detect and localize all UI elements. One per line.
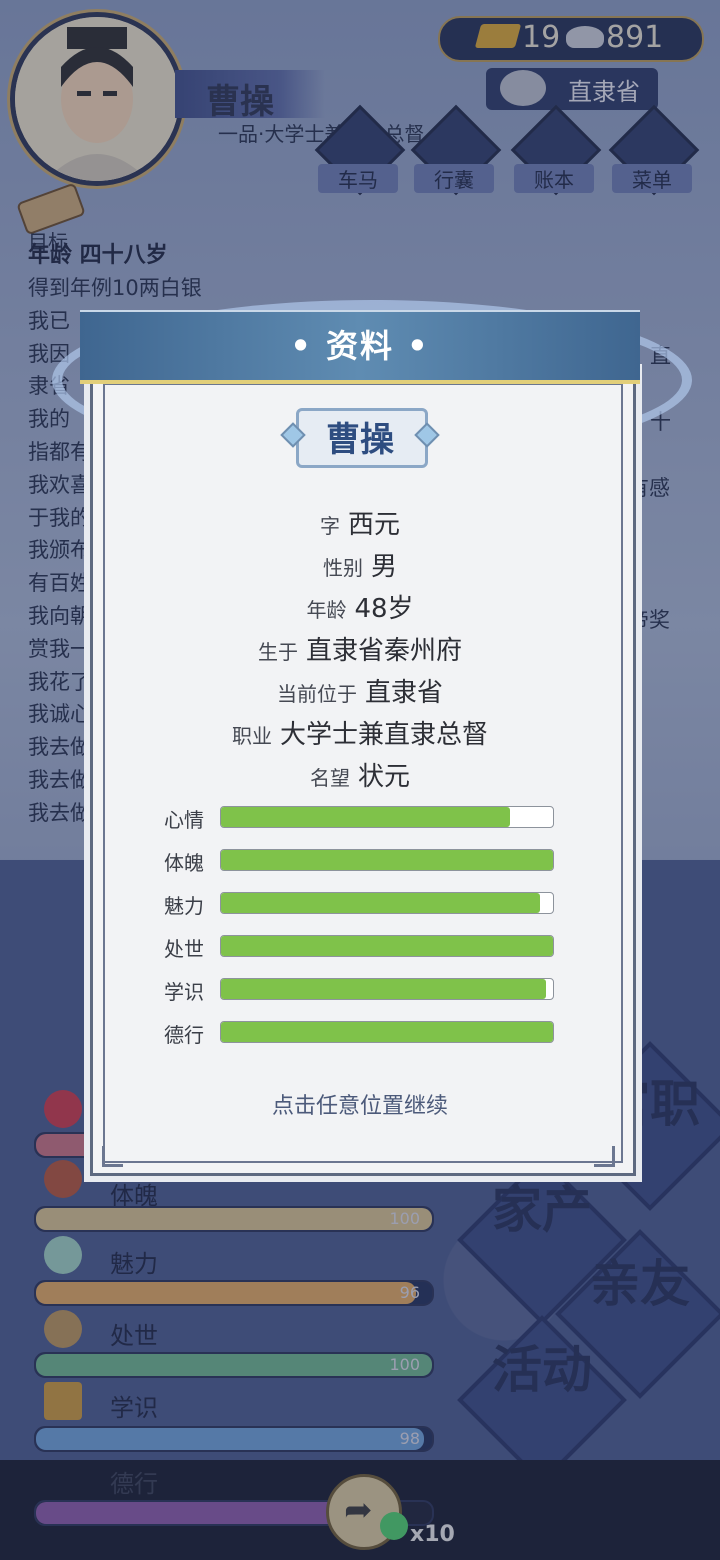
attr-bar-knowledge <box>220 978 554 1000</box>
modal-title: • 资料 • <box>290 327 430 365</box>
attr-label-virtue: 德行 <box>164 1023 204 1047</box>
info-birthplace: 生于 直隶省秦州府 <box>257 636 462 666</box>
modal-header: • 资料 • <box>80 310 640 384</box>
corner-ornament <box>594 1146 615 1167</box>
corner-ornament <box>102 1146 123 1167</box>
attr-label-physique: 体魄 <box>164 851 204 875</box>
attr-label-charm: 魅力 <box>164 894 204 918</box>
attr-bar-worldly <box>220 935 554 957</box>
attr-label-worldly: 处世 <box>164 937 204 961</box>
info-occupation: 职业 大学士兼直隶总督 <box>231 720 488 750</box>
info-reputation: 名望 状元 <box>309 762 410 792</box>
info-courtesy-name: 字西元 <box>319 510 400 540</box>
continue-hint[interactable]: 点击任意位置继续 <box>100 1088 620 1120</box>
info-age: 年龄 48岁 <box>306 594 414 624</box>
attr-label-knowledge: 学识 <box>164 980 204 1004</box>
character-name: 曹操 <box>326 420 394 460</box>
attr-fill <box>221 936 553 956</box>
attr-fill <box>221 979 547 999</box>
attr-fill <box>221 893 540 913</box>
attr-bar-virtue <box>220 1021 554 1043</box>
attr-fill <box>221 807 510 827</box>
attr-label-mood: 心情 <box>164 808 204 832</box>
attr-fill <box>221 1022 553 1042</box>
info-current-location: 当前位于 直隶省 <box>276 678 443 708</box>
attr-bar-charm <box>220 892 554 914</box>
attr-bar-physique <box>220 849 554 871</box>
attr-bar-mood <box>220 806 554 828</box>
info-gender: 性别男 <box>322 552 397 582</box>
attr-fill <box>221 850 553 870</box>
